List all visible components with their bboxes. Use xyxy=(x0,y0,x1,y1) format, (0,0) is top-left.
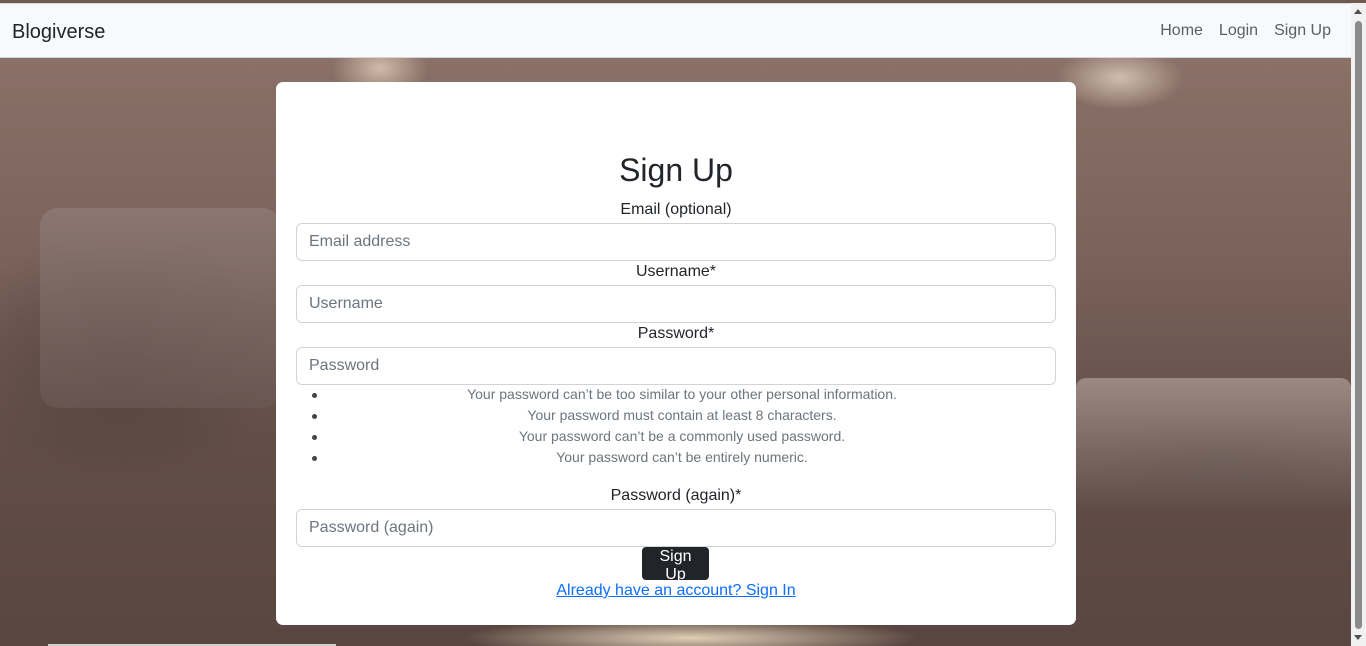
vertical-scrollbar[interactable] xyxy=(1351,3,1366,646)
signup-button[interactable]: Sign Up xyxy=(642,547,709,583)
page-title: Sign Up xyxy=(619,152,733,188)
bullet-icon xyxy=(312,435,317,440)
background-cup xyxy=(40,208,280,408)
nav-signup-link[interactable]: Sign Up xyxy=(1274,22,1331,40)
scroll-up-arrow-icon[interactable] xyxy=(1354,9,1362,14)
bullet-icon xyxy=(312,456,317,461)
email-field[interactable] xyxy=(296,223,1056,261)
password-help-item: Your password can’t be too similar to yo… xyxy=(312,384,1052,405)
password-again-field[interactable] xyxy=(296,509,1056,547)
scroll-down-arrow-icon[interactable] xyxy=(1354,635,1362,640)
background-phone xyxy=(1076,378,1351,508)
password-label: Password* xyxy=(637,325,715,342)
username-field[interactable] xyxy=(296,285,1056,323)
password-help-list: Your password can’t be too similar to yo… xyxy=(312,384,1052,468)
nav-links: Home Login Sign Up xyxy=(1160,22,1331,40)
signup-card: Sign Up Email (optional) Username* Passw… xyxy=(276,82,1076,625)
navbar: Blogiverse Home Login Sign Up xyxy=(0,3,1351,58)
password-field[interactable] xyxy=(296,347,1056,385)
brand-link[interactable]: Blogiverse xyxy=(12,21,105,44)
password-again-label: Password (again)* xyxy=(610,487,742,504)
password-help-item: Your password must contain at least 8 ch… xyxy=(312,405,1052,426)
scroll-thumb[interactable] xyxy=(1355,21,1362,629)
nav-home-link[interactable]: Home xyxy=(1160,22,1203,40)
password-help-item: Your password can’t be a commonly used p… xyxy=(312,426,1052,447)
username-label: Username* xyxy=(635,263,717,280)
signin-link[interactable]: Already have an account? Sign In xyxy=(276,582,1076,600)
email-label: Email (optional) xyxy=(620,201,732,218)
password-help-item: Your password can’t be entirely numeric. xyxy=(312,447,1052,468)
nav-login-link[interactable]: Login xyxy=(1219,22,1258,40)
bullet-icon xyxy=(312,414,317,419)
bullet-icon xyxy=(312,393,317,398)
